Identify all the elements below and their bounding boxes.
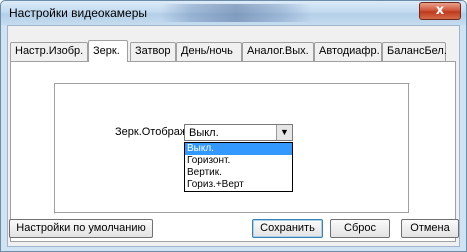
tab-label: Зерк. — [93, 45, 120, 57]
tab-label: Аналог.Вых. — [247, 45, 309, 57]
tab-image-settings[interactable]: Настр.Изобр. — [10, 42, 88, 61]
option-horizontal-vertical[interactable]: Гориз.+Верт — [185, 179, 292, 191]
close-button[interactable]: x — [419, 2, 461, 20]
chevron-down-icon[interactable]: ▼ — [276, 125, 292, 140]
tab-white-balance[interactable]: БалансБел. — [382, 42, 447, 61]
tab-label: БалансБел. — [387, 45, 447, 57]
tab-label: Затвор — [135, 45, 171, 57]
mirror-mode-label: Зерк.Отображ. — [115, 126, 191, 138]
client-area: Настр.Изобр. Зерк. Затвор День/ночь Анал… — [7, 25, 460, 247]
reset-button[interactable]: Сброс — [330, 219, 390, 238]
option-off[interactable]: Выкл. — [185, 143, 292, 155]
tab-auto-iris[interactable]: Автодиафр. — [314, 42, 382, 61]
close-icon: x — [435, 3, 445, 18]
tab-label: День/ночь — [181, 45, 233, 57]
settings-window: Настройки видеокамеры x Настр.Изобр. Зер… — [0, 0, 467, 252]
tab-mirror[interactable]: Зерк. — [88, 40, 128, 62]
mirror-mode-dropdown: Выкл. Горизонт. Вертик. Гориз.+Верт — [184, 142, 293, 192]
mirror-mode-value: Выкл. — [189, 127, 219, 139]
tab-day-night[interactable]: День/ночь — [176, 42, 242, 61]
option-vertical[interactable]: Вертик. — [185, 167, 292, 179]
option-horizontal[interactable]: Горизонт. — [185, 155, 292, 167]
window-title: Настройки видеокамеры — [9, 6, 148, 20]
defaults-button[interactable]: Настройки по умолчанию — [9, 219, 153, 238]
tab-label: Автодиафр. — [319, 45, 380, 57]
tab-shutter[interactable]: Затвор — [130, 42, 176, 61]
tab-analog-out[interactable]: Аналог.Вых. — [242, 42, 314, 61]
mirror-mode-select[interactable]: Выкл. ▼ — [184, 124, 293, 141]
title-bar-blur — [161, 4, 311, 22]
title-bar[interactable]: Настройки видеокамеры x — [1, 1, 466, 25]
tab-label: Настр.Изобр. — [15, 45, 84, 57]
cancel-button[interactable]: Отмена — [401, 219, 459, 238]
save-button[interactable]: Сохранить — [252, 219, 323, 238]
